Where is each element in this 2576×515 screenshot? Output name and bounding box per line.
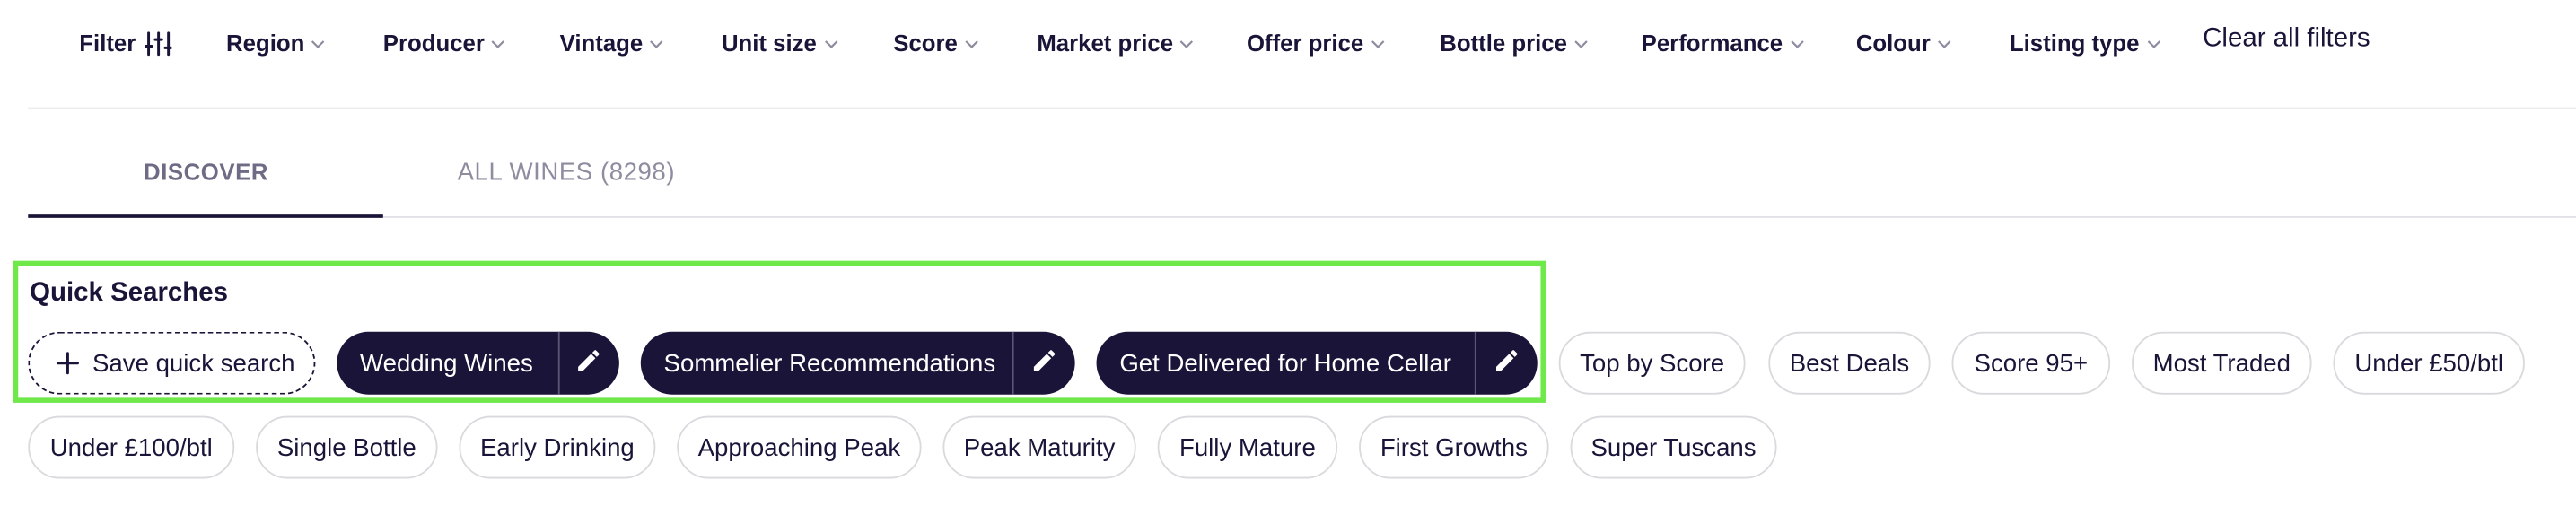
filter-colour[interactable]: Colour <box>1856 26 1952 59</box>
filter-bottle-price-label: Bottle price <box>1440 30 1567 57</box>
filter-offer-price-label: Offer price <box>1246 30 1364 57</box>
filter-vintage-label: Vintage <box>559 30 644 57</box>
chevron-down-icon <box>1789 36 1804 51</box>
filter-score-label: Score <box>893 30 958 57</box>
filter-label: Filter <box>79 30 136 57</box>
quick-search-chip[interactable]: Top by Score <box>1558 331 1746 395</box>
filter-producer-label: Producer <box>382 30 485 57</box>
filter-unit-size-label: Unit size <box>721 30 817 57</box>
pencil-icon <box>1030 345 1058 380</box>
quick-search-chip[interactable]: Single Bottle <box>256 415 438 479</box>
filter-offer-price[interactable]: Offer price <box>1247 26 1385 59</box>
filter-score[interactable]: Score <box>893 26 979 59</box>
filter-producer[interactable]: Producer <box>383 26 506 59</box>
saved-search-chip[interactable]: Get Delivered for Home Cellar <box>1096 331 1538 395</box>
chevron-down-icon <box>650 36 665 51</box>
chevron-down-icon <box>2146 36 2161 51</box>
quick-search-chip[interactable]: Early Drinking <box>459 415 656 479</box>
chevron-down-icon <box>491 36 506 51</box>
filter-button[interactable]: Filter <box>79 26 172 59</box>
active-tab-indicator <box>28 214 383 218</box>
chevron-down-icon <box>1371 36 1386 51</box>
quick-search-chip[interactable]: Under £100/btl <box>28 415 235 479</box>
filter-bar: Filter Region Producer Vintage Unit size… <box>0 0 2576 86</box>
filter-listing-type-label: Listing type <box>2009 30 2140 57</box>
chevron-down-icon <box>823 36 838 51</box>
save-quick-search-label: Save quick search <box>92 349 295 378</box>
quick-search-chip[interactable]: Score 95+ <box>1951 331 2111 395</box>
plus-icon <box>56 352 80 375</box>
edit-saved-search-button[interactable] <box>1476 332 1538 395</box>
filter-region-label: Region <box>226 30 305 57</box>
saved-search-label: Get Delivered for Home Cellar <box>1119 349 1451 378</box>
chevron-down-icon <box>311 36 327 51</box>
filter-region[interactable]: Region <box>226 26 326 59</box>
filter-performance-label: Performance <box>1641 30 1783 57</box>
quick-search-chip[interactable]: Peak Maturity <box>942 415 1136 479</box>
chevron-down-icon <box>964 36 979 51</box>
filter-performance[interactable]: Performance <box>1642 26 1804 59</box>
saved-search-chip[interactable]: Sommelier Recommendations <box>640 331 1075 395</box>
quick-search-chip[interactable]: First Growths <box>1359 415 1549 479</box>
chevron-down-icon <box>1573 36 1589 51</box>
filter-bottle-price[interactable]: Bottle price <box>1440 26 1589 59</box>
edit-saved-search-button[interactable] <box>1013 332 1075 395</box>
filter-market-price-label: Market price <box>1037 30 1174 57</box>
tab-all-wines[interactable]: ALL WINES (8298) <box>458 159 675 187</box>
saved-search-chip[interactable]: Wedding Wines <box>337 331 619 395</box>
edit-saved-search-button[interactable] <box>559 332 619 395</box>
filter-colour-label: Colour <box>1855 30 1931 57</box>
clear-all-filters-link[interactable]: Clear all filters <box>2203 25 2370 55</box>
chevron-down-icon <box>1937 36 1952 51</box>
quick-search-chip[interactable]: Approaching Peak <box>677 415 922 479</box>
filter-unit-size[interactable]: Unit size <box>722 26 838 59</box>
pencil-icon <box>1493 345 1520 380</box>
saved-search-label: Wedding Wines <box>360 349 533 378</box>
filter-market-price[interactable]: Market price <box>1037 26 1195 59</box>
sliders-icon <box>145 31 172 56</box>
quick-search-chip[interactable]: Fully Mature <box>1157 415 1338 479</box>
filter-vintage[interactable]: Vintage <box>560 26 664 59</box>
quick-search-chip[interactable]: Under £50/btl <box>2333 331 2525 395</box>
pencil-icon <box>575 345 603 380</box>
tabs-divider <box>28 216 2576 218</box>
tab-discover[interactable]: DISCOVER <box>144 159 268 185</box>
quick-search-chip[interactable]: Most Traded <box>2132 331 2312 395</box>
quick-searches-heading: Quick Searches <box>30 278 229 308</box>
chevron-down-icon <box>1179 36 1195 51</box>
divider <box>28 107 2576 109</box>
quick-search-chip[interactable]: Super Tuscans <box>1570 415 1777 479</box>
filter-listing-type[interactable]: Listing type <box>2010 26 2160 59</box>
save-quick-search-button[interactable]: Save quick search <box>28 331 316 395</box>
page: Filter Region Producer Vintage Unit size… <box>0 0 2576 515</box>
quick-search-chip[interactable]: Best Deals <box>1768 331 1931 395</box>
saved-search-label: Sommelier Recommendations <box>663 349 996 378</box>
